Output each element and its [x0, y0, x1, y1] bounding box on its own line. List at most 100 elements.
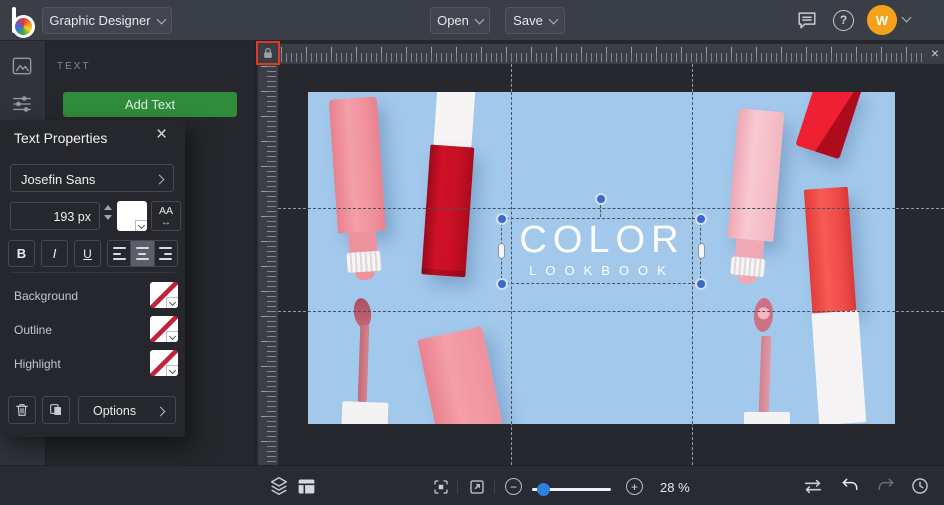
swatch-dropdown-icon [166, 331, 178, 342]
chevron-down-icon [156, 14, 166, 24]
account-chevron-down-icon[interactable] [902, 13, 912, 23]
font-size-stepper [104, 205, 112, 220]
app-menu-label: Graphic Designer [49, 13, 150, 28]
ruler-close-icon[interactable]: × [931, 45, 939, 61]
logo-colorwheel [12, 15, 35, 38]
avatar[interactable]: W [867, 5, 897, 35]
panel-section-title: TEXT [57, 61, 91, 72]
stepper-down-icon[interactable] [104, 215, 112, 220]
rotate-handle[interactable] [595, 193, 607, 205]
open-in-new-icon [468, 478, 486, 496]
add-text-button[interactable]: Add Text [63, 92, 237, 117]
zoom-in-button[interactable]: + [626, 478, 643, 495]
delete-button[interactable] [8, 396, 36, 424]
save-button[interactable]: Save [505, 7, 565, 34]
history-button[interactable] [910, 476, 930, 496]
applicator-base-right [744, 412, 790, 424]
zoom-slider-knob[interactable] [537, 483, 550, 496]
options-label: Options [93, 404, 136, 418]
compare-icon [802, 479, 824, 494]
chat-icon[interactable] [795, 9, 819, 31]
align-group [107, 240, 178, 267]
trash-icon [14, 402, 30, 418]
underline-button[interactable]: U [74, 240, 101, 267]
resize-handle-bottom-left[interactable] [496, 278, 508, 290]
canvas-workspace: × [255, 40, 944, 465]
plus-glyph: + [631, 481, 638, 493]
sidebar-item-images[interactable] [11, 56, 33, 76]
applicator-tip-right [753, 297, 774, 332]
pink-lipstick-left [326, 96, 393, 281]
chevron-down-icon [548, 14, 558, 24]
fit-screen-icon [432, 478, 450, 496]
open-button[interactable]: Open [430, 7, 490, 34]
canvas-manager-button[interactable] [296, 476, 317, 497]
fit-screen-button[interactable] [432, 478, 450, 496]
align-center-button[interactable] [131, 241, 154, 266]
layers-icon [268, 475, 290, 497]
minus-glyph: − [510, 481, 517, 493]
applicator-stick-right [759, 336, 772, 416]
app-window: Graphic Designer Open Save ? W [0, 0, 944, 505]
resize-handle-top-right[interactable] [695, 213, 707, 225]
canvas-manager-icon [296, 476, 317, 497]
panel-title: Text Properties [14, 130, 107, 146]
font-name: Josefin Sans [21, 172, 95, 187]
app-menu-button[interactable]: Graphic Designer [42, 7, 172, 34]
help-icon[interactable]: ? [833, 10, 854, 31]
sidebar-item-adjust[interactable] [11, 94, 33, 114]
options-button[interactable]: Options [78, 396, 176, 424]
stepper-up-icon[interactable] [104, 205, 112, 210]
duplicate-button[interactable] [42, 396, 70, 424]
resize-handle-left[interactable] [498, 243, 505, 259]
font-select[interactable]: Josefin Sans [10, 164, 174, 192]
horizontal-ruler[interactable]: × [279, 44, 944, 64]
italic-button[interactable]: I [41, 240, 68, 267]
swatch-dropdown-icon [166, 365, 178, 376]
guide-horizontal-top-overlay [308, 208, 895, 209]
duplicate-icon [48, 402, 64, 418]
chevron-right-icon [155, 175, 165, 185]
aa-glyph: AA [152, 206, 180, 217]
align-right-button[interactable] [155, 241, 177, 266]
red-cap-top-right [795, 92, 862, 159]
zoom-out-button[interactable]: − [505, 478, 522, 495]
highlight-color-swatch[interactable] [150, 350, 178, 376]
resize-handle-right[interactable] [698, 243, 705, 259]
layers-button[interactable] [268, 475, 290, 497]
coral-tube-right [802, 187, 866, 424]
undo-icon [840, 477, 860, 495]
befunky-logo-icon[interactable] [10, 7, 36, 33]
redo-icon [876, 477, 896, 495]
letter-size-button[interactable]: AA ↔ [151, 201, 181, 231]
sliders-icon [11, 94, 33, 114]
lock-guides-button[interactable] [256, 41, 280, 65]
vertical-ruler[interactable] [258, 64, 278, 465]
redo-button[interactable] [876, 477, 896, 495]
swatch-dropdown-icon [135, 220, 147, 231]
background-color-swatch[interactable] [150, 282, 178, 308]
bold-button[interactable]: B [8, 240, 35, 267]
outline-color-swatch[interactable] [150, 316, 178, 342]
text-properties-panel: Text Properties × Josefin Sans 193 px AA… [0, 120, 185, 437]
resize-handle-top-left[interactable] [496, 213, 508, 225]
chevron-down-icon [474, 14, 484, 24]
chevron-right-icon [156, 407, 166, 417]
avatar-initial: W [876, 13, 888, 28]
text-selection-box[interactable] [501, 218, 701, 284]
font-size-input[interactable]: 193 px [10, 202, 100, 230]
bottom-toolbar: − + 28 % [0, 465, 944, 505]
applicator-base-left [342, 401, 389, 424]
open-in-new-button[interactable] [468, 478, 486, 496]
background-label: Background [14, 289, 78, 303]
compare-button[interactable] [802, 479, 824, 494]
width-arrow-icon: ↔ [152, 218, 180, 228]
outline-label: Outline [14, 323, 52, 337]
ruler-minor-ticks [281, 53, 922, 62]
resize-handle-bottom-right[interactable] [695, 278, 707, 290]
history-clock-icon [910, 476, 930, 496]
undo-button[interactable] [840, 477, 860, 495]
text-color-swatch[interactable] [117, 201, 147, 231]
close-icon[interactable]: × [156, 124, 167, 146]
align-left-button[interactable] [108, 241, 131, 266]
